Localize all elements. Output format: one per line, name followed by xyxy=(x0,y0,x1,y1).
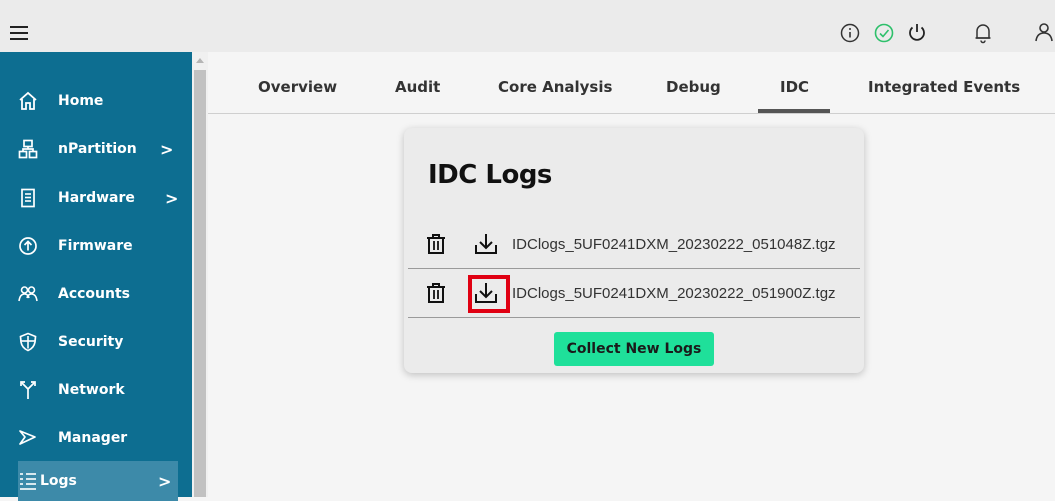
info-icon[interactable] xyxy=(839,22,861,44)
tab-idc[interactable]: IDC xyxy=(780,78,809,96)
tab-divider xyxy=(208,113,1055,114)
manager-icon xyxy=(19,430,36,445)
download-icon[interactable] xyxy=(474,282,498,304)
sidebar-item-label: Firmware xyxy=(58,238,133,254)
trash-icon[interactable] xyxy=(426,282,446,304)
status-ok-icon[interactable] xyxy=(873,22,895,44)
log-row: IDClogs_5UF0241DXM_20230222_051900Z.tgz xyxy=(408,270,860,318)
sidebar-item-hardware[interactable]: Hardware > xyxy=(0,175,192,221)
collect-new-logs-button[interactable]: Collect New Logs xyxy=(554,332,714,366)
tab-core-analysis[interactable]: Core Analysis xyxy=(498,78,612,96)
card-title: IDC Logs xyxy=(428,160,552,190)
chevron-right-icon: > xyxy=(160,139,174,159)
chevron-right-icon: > xyxy=(158,471,172,491)
firmware-icon xyxy=(19,237,37,255)
download-icon[interactable] xyxy=(474,233,498,255)
network-icon xyxy=(20,381,36,399)
active-tab-indicator xyxy=(758,109,830,113)
partition-icon xyxy=(18,139,38,159)
power-icon[interactable] xyxy=(906,21,928,43)
sidebar-item-network[interactable]: Network xyxy=(0,367,192,413)
tab-debug[interactable]: Debug xyxy=(666,78,721,96)
accounts-icon xyxy=(18,286,38,302)
sidebar-item-firmware[interactable]: Firmware xyxy=(0,223,192,269)
tab-bar: Overview Audit Core Analysis Debug IDC I… xyxy=(208,52,1055,114)
sidebar-scrollbar[interactable] xyxy=(192,52,208,497)
top-bar xyxy=(0,0,1055,52)
sidebar-item-security[interactable]: Security xyxy=(0,319,192,365)
tab-integrated-events[interactable]: Integrated Events xyxy=(868,78,1020,96)
hamburger-menu-icon[interactable] xyxy=(10,26,28,40)
user-icon[interactable] xyxy=(1033,21,1055,43)
sidebar-item-label: Network xyxy=(58,382,125,398)
shield-icon xyxy=(19,332,37,352)
scroll-up-icon[interactable] xyxy=(196,58,204,63)
sidebar-item-accounts[interactable]: Accounts xyxy=(0,271,192,317)
tab-overview[interactable]: Overview xyxy=(258,78,337,96)
sidebar-item-logs[interactable]: Logs > xyxy=(18,461,178,501)
logs-icon xyxy=(20,473,36,490)
bell-icon[interactable] xyxy=(972,22,994,44)
sidebar-item-label: Manager xyxy=(58,430,128,446)
sidebar-item-label: Hardware xyxy=(58,190,135,206)
sidebar: Home nPartition > Hardware > Firmware Ac… xyxy=(0,52,192,501)
tab-audit[interactable]: Audit xyxy=(395,78,440,96)
idc-logs-card: IDC Logs IDClogs_5UF0241DXM_20230222_051… xyxy=(404,128,864,373)
hardware-icon xyxy=(21,188,35,208)
scrollbar-thumb[interactable] xyxy=(194,70,206,497)
sidebar-item-label: Security xyxy=(58,334,124,350)
sidebar-item-manager[interactable]: Manager xyxy=(0,415,192,461)
sidebar-item-label: Home xyxy=(58,93,104,109)
sidebar-item-label: Logs xyxy=(40,473,77,489)
home-icon xyxy=(19,91,37,110)
log-row: IDClogs_5UF0241DXM_20230222_051048Z.tgz xyxy=(408,221,860,269)
sidebar-item-npartition[interactable]: nPartition > xyxy=(0,126,192,172)
log-filename: IDClogs_5UF0241DXM_20230222_051900Z.tgz xyxy=(512,285,836,302)
sidebar-item-home[interactable]: Home xyxy=(0,78,192,124)
sidebar-item-label: nPartition xyxy=(58,141,137,157)
trash-icon[interactable] xyxy=(426,233,446,255)
sidebar-item-label: Accounts xyxy=(58,286,131,302)
chevron-right-icon: > xyxy=(165,188,179,208)
log-filename: IDClogs_5UF0241DXM_20230222_051048Z.tgz xyxy=(512,236,836,253)
